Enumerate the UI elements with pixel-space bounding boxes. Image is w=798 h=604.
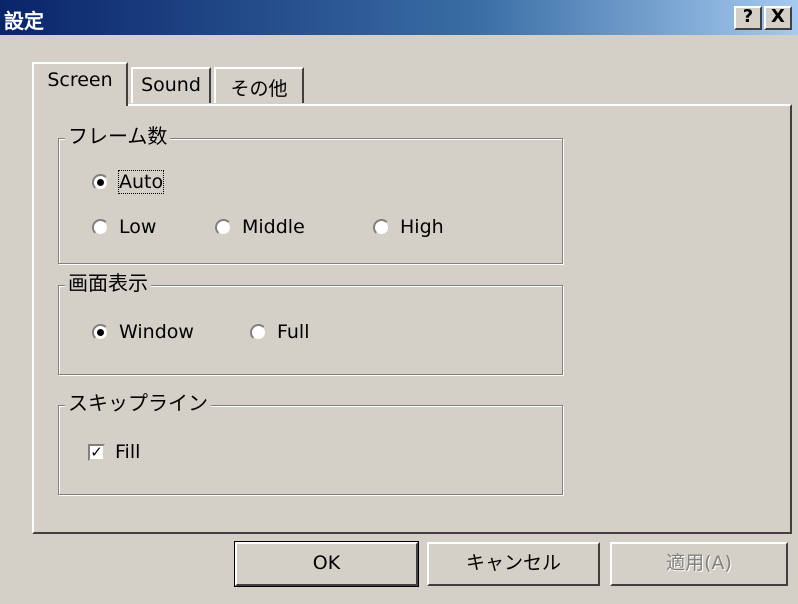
cancel-button[interactable]: キャンセル [427,542,600,586]
frame-count-group: フレーム数 [58,123,563,264]
frame-count-title: フレーム数 [65,123,171,149]
apply-button[interactable]: 適用(A) [610,542,788,586]
ok-button[interactable]: OK [234,541,419,587]
radio-indicator [92,218,109,236]
close-button[interactable]: X [764,6,792,30]
radio-window[interactable]: Window [92,321,194,343]
tab-label: その他 [230,78,288,100]
radio-indicator [250,323,267,341]
radio-label: Low [119,216,157,238]
tab-label: Screen [47,69,113,91]
tab-label: Sound [141,74,201,96]
window-title: 設定 [4,9,44,33]
tab-screen[interactable]: Screen [32,62,128,106]
help-button[interactable]: ? [734,6,762,30]
radio-high[interactable]: High [373,216,444,238]
radio-indicator [92,323,109,341]
radio-label: Middle [242,216,305,238]
close-icon: X [771,6,785,27]
title-bar: 設定 ? X [0,0,798,35]
button-label: 適用(A) [666,552,732,574]
button-label: キャンセル [465,552,561,574]
skipline-title: スキップライン [65,390,211,416]
button-label: OK [312,552,341,574]
tab-other[interactable]: その他 [214,67,304,103]
radio-label: High [400,216,444,238]
radio-indicator [92,173,109,191]
radio-label: Full [277,321,310,343]
radio-auto[interactable]: Auto [92,170,165,194]
radio-low[interactable]: Low [92,216,156,238]
check-icon: ✓ [88,443,105,461]
radio-indicator [215,218,232,236]
radio-label: Window [119,321,194,343]
fill-checkbox[interactable]: ✓ Fill [88,441,140,463]
checkbox-label: Fill [115,441,141,463]
radio-middle[interactable]: Middle [215,216,305,238]
radio-full[interactable]: Full [250,321,310,343]
help-icon: ? [742,6,754,27]
tab-sound[interactable]: Sound [131,67,211,103]
display-title: 画面表示 [65,270,151,296]
radio-label: Auto [117,170,165,194]
radio-indicator [373,218,390,236]
